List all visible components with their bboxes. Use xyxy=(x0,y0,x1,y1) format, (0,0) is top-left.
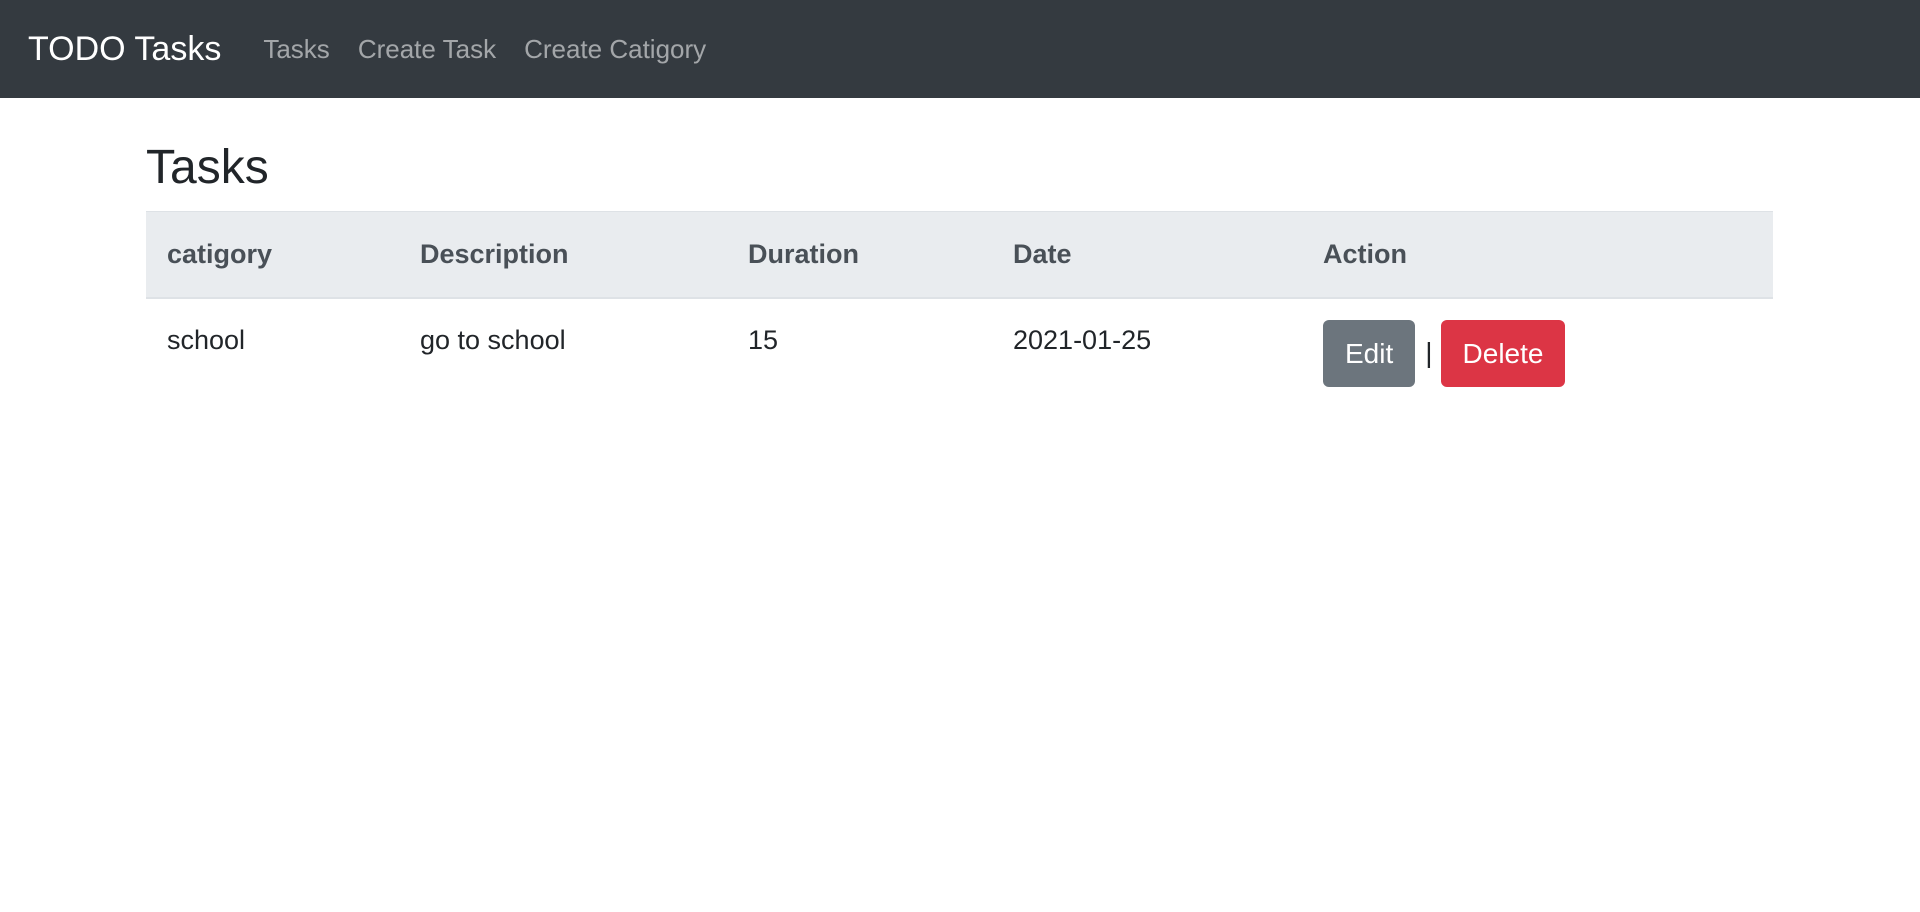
nav-link-create-task[interactable]: Create Task xyxy=(358,34,496,65)
cell-date: 2021-01-25 xyxy=(1013,324,1152,355)
column-header-duration: Duration xyxy=(727,211,992,299)
table-row: school go to school 15 2021-01-25 Edit | D… xyxy=(146,298,1773,407)
column-header-description: Description xyxy=(399,211,727,299)
column-header-category: catigory xyxy=(146,211,399,299)
cell-duration: 15 xyxy=(748,324,779,355)
brand-link[interactable]: TODO Tasks xyxy=(28,30,221,69)
navbar: TODO Tasks Tasks Create Task Create Cati… xyxy=(0,0,1920,98)
page-title: Tasks xyxy=(146,141,269,194)
column-header-action: Action xyxy=(1302,211,1773,299)
column-header-date: Date xyxy=(992,211,1302,299)
cell-category: school xyxy=(167,324,246,355)
table-header-row: catigory Description Duration Date Actio… xyxy=(146,211,1773,299)
nav-link-create-category[interactable]: Create Catigory xyxy=(524,34,706,65)
action-separator: | xyxy=(1425,337,1433,368)
cell-actions: Edit | Delete xyxy=(1302,298,1773,407)
tasks-table: catigory Description Duration Date Actio… xyxy=(146,211,1773,407)
nav-link-tasks[interactable]: Tasks xyxy=(263,34,329,65)
cell-description: go to school xyxy=(420,324,566,355)
delete-button[interactable]: Delete xyxy=(1440,319,1566,387)
main-content: Tasks catigory Description Duration Date… xyxy=(146,98,1773,387)
edit-button[interactable]: Edit xyxy=(1323,319,1416,387)
